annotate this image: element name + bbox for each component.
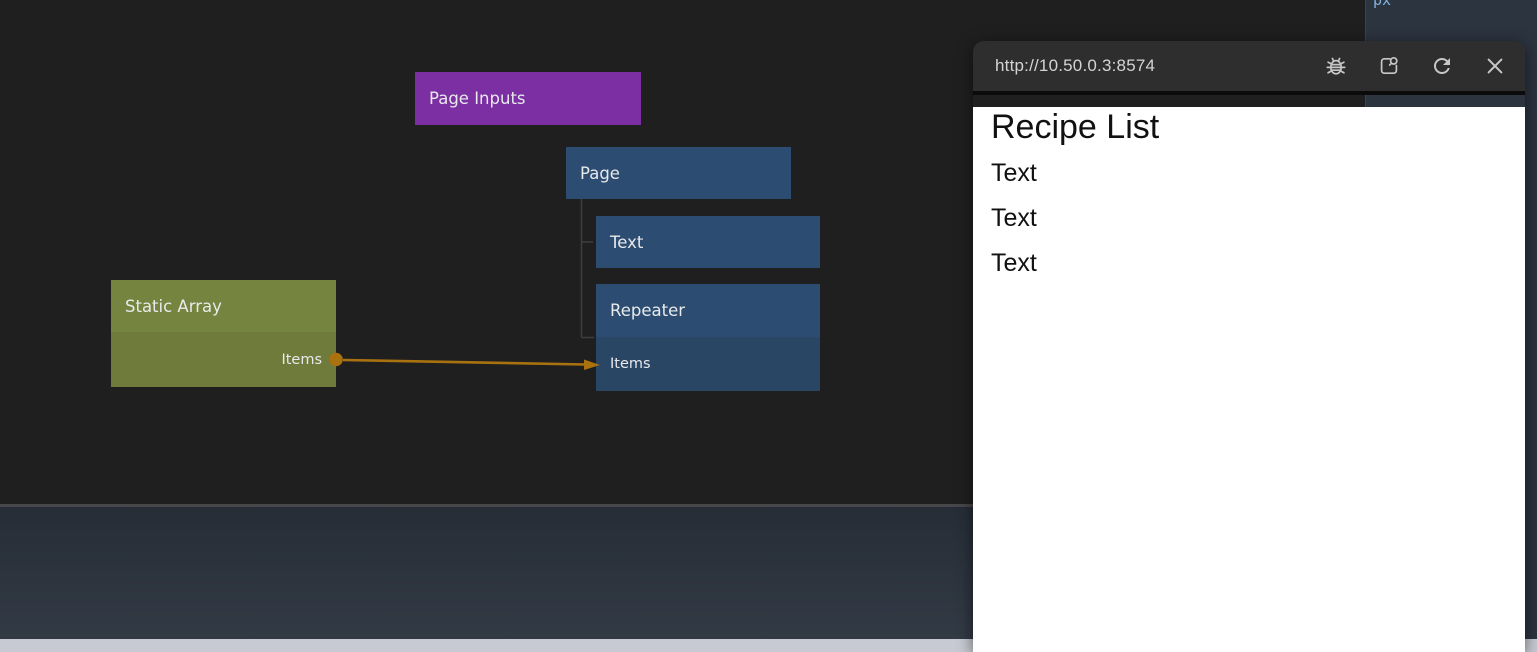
preview-page-content: Recipe List Text Text Text (973, 107, 1525, 652)
page-title: Recipe List (991, 107, 1525, 148)
toolbar-icons (1324, 54, 1507, 78)
node-text-label: Text (610, 233, 643, 252)
text-item: Text (991, 203, 1525, 234)
node-page-inputs-label: Page Inputs (429, 89, 526, 108)
node-page[interactable]: Page (566, 147, 791, 199)
text-item: Text (991, 158, 1525, 189)
page-children-connector (582, 199, 595, 338)
repeater-items-port[interactable]: Items (596, 337, 820, 391)
text-item: Text (991, 248, 1525, 279)
node-static-array-label: Static Array (125, 297, 222, 316)
node-text[interactable]: Text (596, 216, 820, 268)
node-repeater[interactable]: Repeater Items (596, 284, 820, 391)
node-page-inputs[interactable]: Page Inputs (415, 72, 641, 125)
static-array-items-port[interactable]: Items (111, 332, 336, 387)
node-repeater-label: Repeater (610, 301, 685, 320)
browser-preview-panel: http://10.50.0.3:8574 (973, 41, 1525, 652)
toolbar-divider (973, 91, 1525, 95)
refresh-icon[interactable] (1430, 54, 1454, 78)
static-array-items-port-label: Items (281, 352, 322, 368)
items-wire[interactable] (343, 360, 586, 365)
browser-preview-toolbar: http://10.50.0.3:8574 (973, 41, 1525, 91)
repeater-items-port-label: Items (610, 356, 651, 372)
address-url-text[interactable]: http://10.50.0.3:8574 (995, 56, 1324, 76)
debug-bug-icon[interactable] (1324, 54, 1348, 78)
node-static-array[interactable]: Static Array Items (111, 280, 336, 387)
close-icon[interactable] (1483, 54, 1507, 78)
inspect-page-icon[interactable] (1377, 54, 1401, 78)
px-unit-label: px (1373, 0, 1391, 9)
node-page-label: Page (580, 164, 620, 183)
